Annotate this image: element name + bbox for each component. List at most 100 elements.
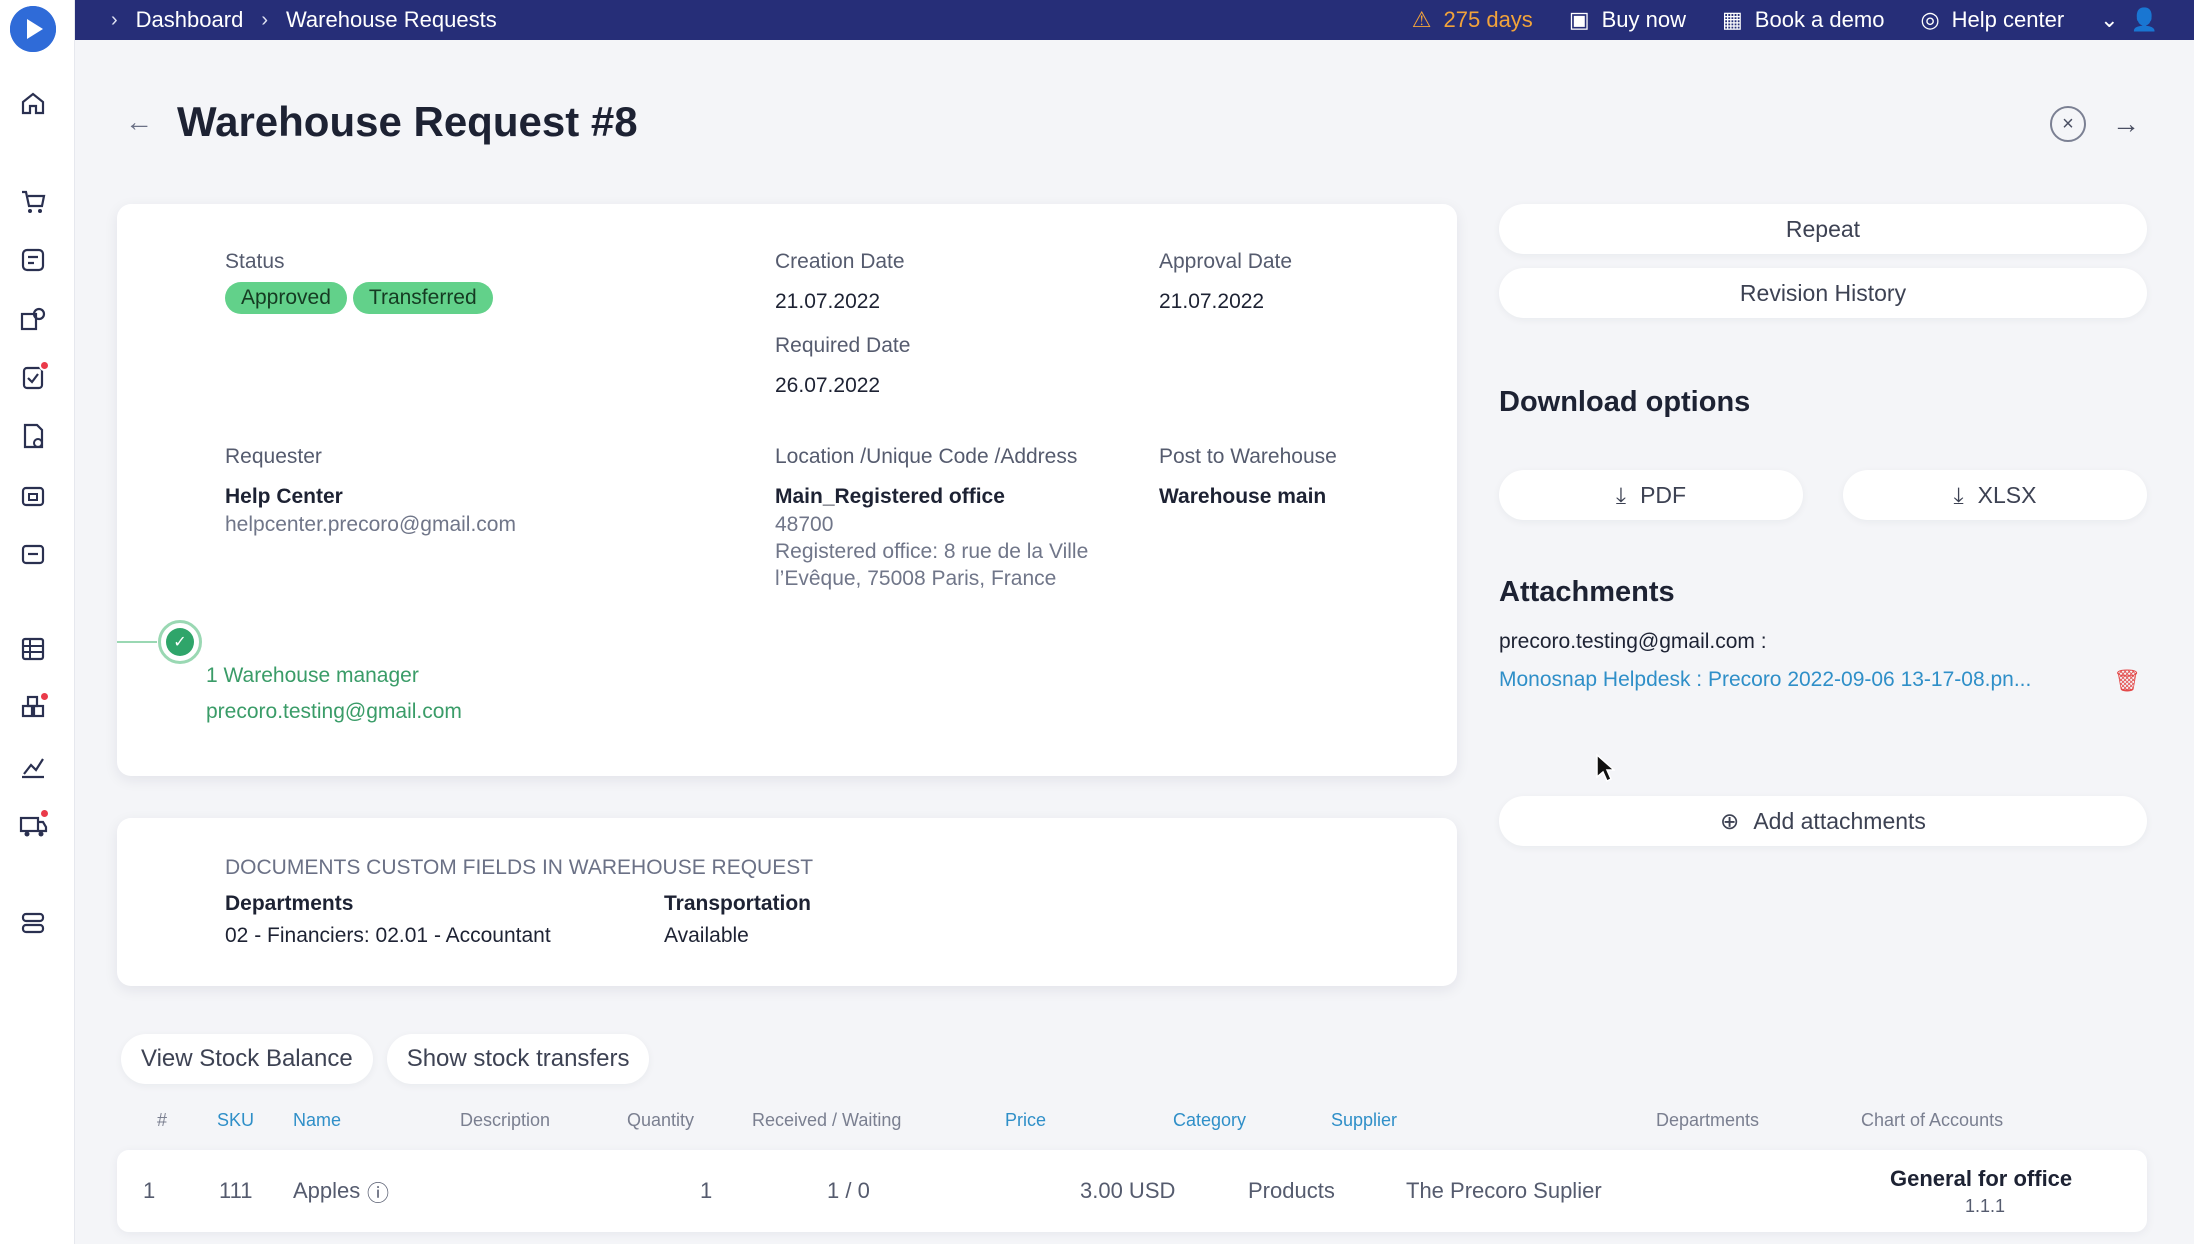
location-address-line-1: Registered office: 8 rue de la Ville [775,540,1089,563]
required-date-label: Required Date [775,334,911,357]
column-header-name[interactable]: Name [293,1110,341,1131]
view-stock-balance-button[interactable]: View Stock Balance [121,1034,373,1084]
top-actions: ⚠ 275 days ▣ Buy now ▦ Book a demo ◎ Hel… [1412,0,2158,40]
creation-date-label: Creation Date [775,250,905,273]
warehouse-value: Warehouse main [1159,485,1327,508]
cell-sku: 111 [219,1178,253,1203]
add-attachments-button[interactable]: ⊕ Add attachments [1499,796,2147,846]
cell-supplier: The Precoro Suplier [1406,1178,1602,1203]
mouse-cursor-icon [1596,753,1615,783]
info-icon[interactable]: ⓘ [367,1176,389,1208]
delivery-icon[interactable] [16,808,50,842]
buy-now-label: Buy now [1601,7,1686,32]
attachments-title: Attachments [1499,576,1675,608]
header-actions: × → [2050,106,2144,142]
chevron-down-icon: ⌄ [2100,7,2119,32]
repeat-button[interactable]: Repeat [1499,204,2147,254]
user-menu[interactable]: ⌄ 👤 [2100,7,2158,33]
location-name: Main_Registered office [775,485,1005,508]
analytics-icon[interactable] [16,750,50,784]
status-badges: Approved Transferred [225,282,499,314]
attachment-file-link[interactable]: Monosnap Helpdesk : Precoro 2022-09-06 1… [1499,668,2031,692]
show-stock-transfers-button[interactable]: Show stock transfers [386,1034,650,1084]
top-bar: › Dashboard › Warehouse Requests ⚠ 275 d… [75,0,2194,40]
trial-indicator[interactable]: ⚠ 275 days [1412,7,1533,33]
details-card: Status Approved Transferred Creation Date… [117,204,1457,776]
status-badge-approved: Approved [225,282,347,314]
pdf-label: PDF [1640,481,1687,508]
requests-icon[interactable] [16,243,50,277]
approval-date-label: Approval Date [1159,250,1293,273]
home-icon[interactable] [16,86,50,120]
download-options-title: Download options [1499,386,1751,418]
breadcrumb-dashboard[interactable]: Dashboard [136,7,244,33]
help-center-link[interactable]: ◎ Help center [1920,7,2064,33]
transportation-value: Available [664,924,749,947]
column-header-category[interactable]: Category [1173,1110,1246,1131]
settings-icon[interactable] [16,906,50,940]
cell-chart-title: General for office [1890,1166,2073,1191]
custom-fields-heading: DOCUMENTS CUSTOM FIELDS IN WAREHOUSE REQ… [225,856,814,879]
chevron-right-icon: › [261,8,268,31]
chevron-right-icon: › [111,8,118,31]
stock-actions: View Stock Balance Show stock transfers [121,1034,650,1084]
buy-now-link[interactable]: ▣ Buy now [1569,7,1686,33]
cell-category: Products [1248,1178,1335,1203]
status-badge-transferred: Transferred [352,282,493,314]
budget-icon[interactable] [16,632,50,666]
column-header-quantity: Quantity [627,1110,695,1130]
cell-price: 3.00 USD [1080,1178,1176,1203]
approval-step-line [117,641,157,643]
table-header: # SKU Name Description Quantity Received… [117,1106,2147,1136]
download-pdf-button[interactable]: ⤓ PDF [1499,470,1803,520]
warehouse-icon[interactable] [16,478,50,512]
column-header-price[interactable]: Price [1005,1110,1046,1131]
status-label: Status [225,250,285,273]
page-title: Warehouse Request #8 [177,98,638,145]
download-xlsx-button[interactable]: ⤓ XLSX [1843,470,2147,520]
location-label: Location /Unique Code /Address [775,445,1078,468]
location-address-line-2: l’Evêque, 75008 Paris, France [775,567,1057,590]
trash-icon[interactable]: 🗑 [2113,668,2141,694]
departments-label: Departments [225,892,354,915]
column-header-supplier[interactable]: Supplier [1331,1110,1397,1131]
requester-label: Requester [225,445,322,468]
invoices-icon[interactable] [16,419,50,453]
column-header-number: # [157,1110,168,1130]
sidebar [0,0,75,1244]
book-demo-link[interactable]: ▦ Book a demo [1722,7,1884,33]
lifebuoy-icon: ◎ [1920,7,1940,32]
cart-icon[interactable] [16,184,50,218]
approval-step-marker: ✓ [158,620,202,664]
precoro-logo-icon[interactable] [10,6,56,52]
plus-circle-icon: ⊕ [1720,807,1740,834]
table-row[interactable]: 1 111 Apples ⓘ 1 1 / 0 3.00 USD Products… [117,1150,2147,1232]
breadcrumb-warehouse-requests[interactable]: Warehouse Requests [286,7,497,33]
back-arrow-icon[interactable]: ← [125,106,153,138]
download-icon: ⤓ [1615,481,1627,508]
location-code: 48700 [775,513,834,536]
column-header-departments: Departments [1656,1110,1760,1130]
user-icon: 👤 [2130,7,2158,32]
revision-history-button[interactable]: Revision History [1499,268,2147,318]
cell-received: 1 / 0 [827,1178,870,1203]
cell-name: Apples [293,1178,361,1203]
inventory-icon[interactable] [16,691,50,725]
custom-fields-card: DOCUMENTS CUSTOM FIELDS IN WAREHOUSE REQ… [117,818,1457,986]
checkmark-icon: ✓ [166,628,194,656]
breadcrumb: › Dashboard › Warehouse Requests [111,0,497,40]
creation-date-value: 21.07.2022 [775,290,881,313]
next-arrow-icon[interactable]: → [2108,106,2144,142]
approval-date-value: 21.07.2022 [1159,290,1265,313]
attachment-owner: precoro.testing@gmail.com : [1499,630,1767,653]
warning-icon: ⚠ [1411,7,1432,32]
approvals-icon[interactable] [16,360,50,394]
close-icon[interactable]: × [2050,106,2086,142]
stock-icon[interactable] [16,536,50,570]
transportation-label: Transportation [664,892,812,915]
column-header-sku[interactable]: SKU [217,1110,254,1131]
page-header: ← Warehouse Request #8 [125,98,638,146]
cell-number: 1 [143,1178,156,1203]
suppliers-icon[interactable] [16,302,50,336]
required-date-value: 26.07.2022 [775,374,881,397]
